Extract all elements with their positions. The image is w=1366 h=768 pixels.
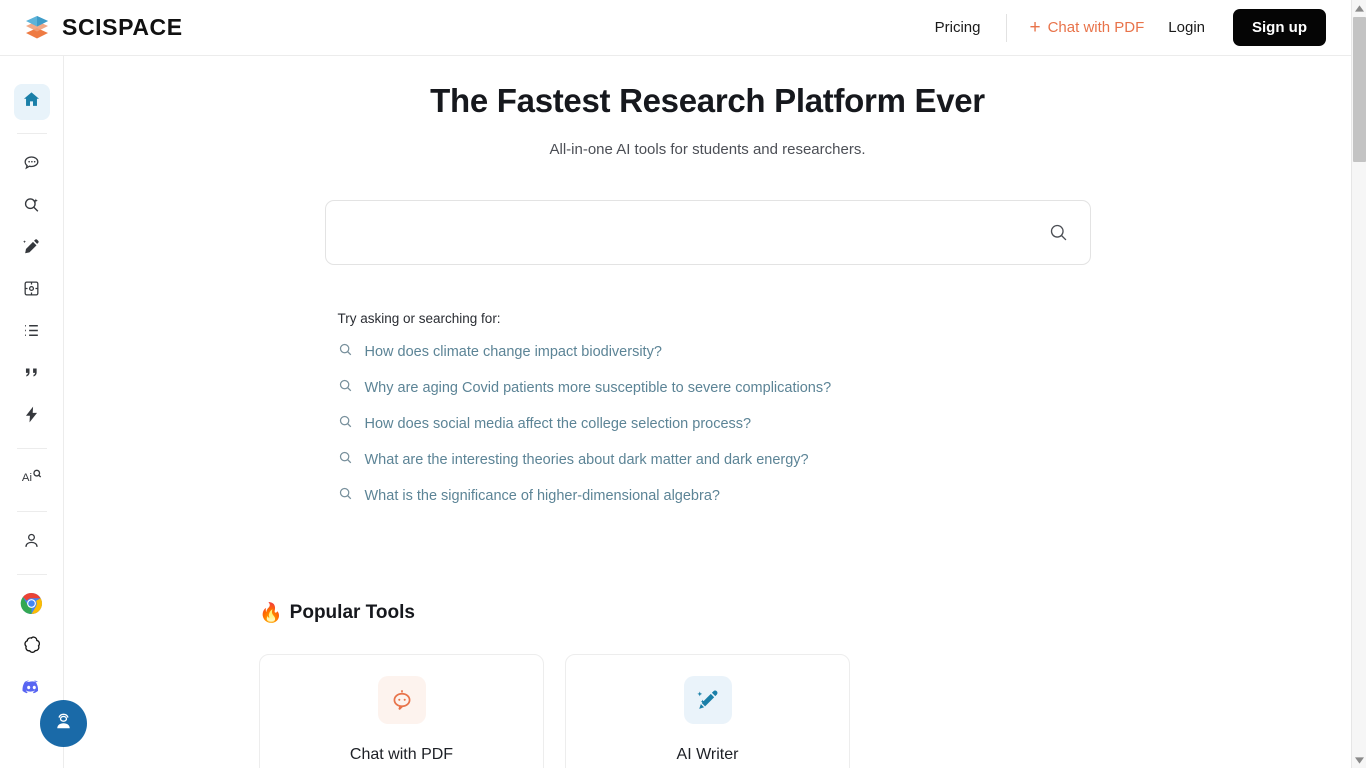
popular-tools-list: Chat with PDF Get all answers backed by … [259,654,1351,768]
search-sparkle-icon [22,195,41,219]
search-input[interactable] [325,201,1090,264]
search-icon [338,378,353,398]
list-icon [22,321,41,345]
brand-logo-link[interactable]: SCISPACE [22,13,183,43]
sidebar-item-discord[interactable] [14,672,50,708]
sidebar-item-chat[interactable] [14,147,50,183]
chat-bot-icon [377,676,426,724]
stacked-layers-logo-icon [22,13,52,43]
left-sidebar: Ai [0,56,64,768]
suggestions-section: Try asking or searching for: How does cl… [325,311,1091,506]
search-icon[interactable] [1044,218,1074,248]
suggestion-label: What is the significance of higher-dimen… [364,488,720,504]
search-icon [338,450,353,470]
suggestion-item[interactable]: How does social media affect the college… [338,414,1091,434]
page-root: SCISPACE Pricing + Chat with PDF Login S… [0,0,1366,768]
nav-chat-with-pdf[interactable]: + Chat with PDF [1019,12,1154,43]
suggestion-item[interactable]: What is the significance of higher-dimen… [338,486,1091,506]
nav-login[interactable]: Login [1154,13,1219,42]
discord-icon [21,677,42,703]
openai-icon [21,635,42,661]
suggestion-label: Why are aging Covid patients more suscep… [364,380,832,396]
sidebar-divider-3 [16,511,47,512]
user-icon [22,531,41,555]
sidebar-item-citation[interactable] [14,357,50,393]
page-subtitle: All-in-one AI tools for students and res… [549,141,866,158]
sidebar-item-openai-plugin[interactable] [14,630,50,666]
search-section [64,200,1351,265]
sidebar-item-home[interactable] [13,84,50,120]
suggestion-label: How does climate change impact biodivers… [364,344,662,360]
main-content: The Fastest Research Platform Ever All-i… [64,56,1351,768]
popular-tools-title: Popular Tools [289,602,415,623]
scroll-up-arrow[interactable] [1352,0,1366,16]
atom-icon [22,279,41,303]
header-nav: Pricing + Chat with PDF Login Sign up [921,9,1326,46]
magic-pencil-icon [22,237,41,261]
suggestion-item[interactable]: How does climate change impact biodivers… [338,342,1091,362]
chat-bubble-icon [22,153,41,177]
suggestion-item[interactable]: What are the interesting theories about … [338,450,1091,470]
ai-detector-icon: Ai [21,467,42,493]
nav-pricing[interactable]: Pricing [921,13,995,42]
scrollbar-thumb[interactable] [1353,17,1366,162]
search-icon [338,414,353,434]
sidebar-divider-4 [16,574,47,575]
plus-icon: + [1029,17,1041,38]
suggestion-item[interactable]: Why are aging Covid patients more suscep… [338,378,1091,398]
scroll-down-arrow[interactable] [1352,752,1366,768]
lightning-icon [22,405,41,429]
quote-icon [22,363,41,387]
tool-card-ai-writer[interactable]: AI Writer Use AI suggestions to expand n… [565,654,850,768]
sidebar-item-account[interactable] [14,525,50,561]
svg-text:Ai: Ai [22,472,32,484]
home-icon [22,90,41,114]
sidebar-item-chrome-extension[interactable] [14,588,50,624]
support-chat-button[interactable] [40,700,87,747]
sidebar-item-summary[interactable] [14,315,50,351]
flame-icon: 🔥 [259,602,283,624]
sidebar-item-ai-writer[interactable] [14,231,50,267]
popular-tools-header: 🔥 Popular Tools [259,602,1351,624]
tool-card-chat-with-pdf[interactable]: Chat with PDF Get all answers backed by … [259,654,544,768]
sidebar-divider-1 [16,133,47,134]
sidebar-divider-2 [16,448,47,449]
tool-card-title: AI Writer [676,746,739,763]
search-box[interactable] [324,200,1091,265]
tool-card-title: Chat with PDF [349,746,454,763]
sidebar-item-literature-review[interactable] [14,189,50,225]
vertical-scrollbar[interactable] [1351,0,1366,768]
support-agent-icon [52,710,75,738]
chrome-icon [20,592,43,620]
signup-button[interactable]: Sign up [1233,9,1326,46]
nav-chat-with-pdf-label: Chat with PDF [1047,19,1145,36]
sidebar-item-extract-data[interactable] [14,273,50,309]
suggestion-label: How does social media affect the college… [364,416,752,432]
magic-pencil-icon [683,676,732,724]
brand-name: SCISPACE [62,14,183,40]
top-header: SCISPACE Pricing + Chat with PDF Login S… [0,0,1351,56]
search-icon [338,486,353,506]
header-divider [1006,13,1008,42]
suggestion-label: What are the interesting theories about … [364,452,809,468]
sidebar-item-paraphraser[interactable] [14,399,50,435]
page-title: The Fastest Research Platform Ever [430,82,985,119]
suggestions-label: Try asking or searching for: [337,311,501,326]
sidebar-item-ai-detector[interactable]: Ai [14,462,50,498]
search-icon [338,342,353,362]
